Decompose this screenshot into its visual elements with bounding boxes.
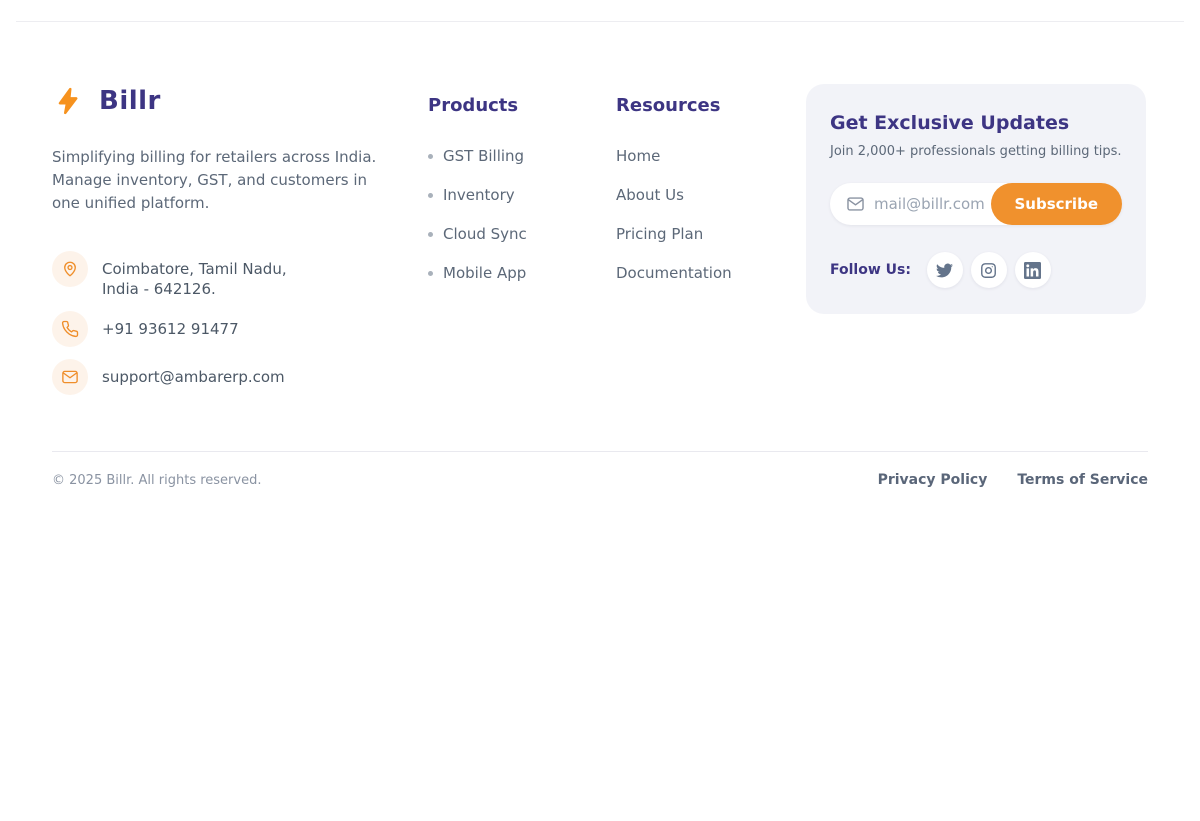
link-label: About Us [616, 186, 684, 204]
contact-phone[interactable]: +91 93612 91477 [52, 311, 428, 347]
resources-list: Home About Us Pricing Plan Documentation [616, 147, 806, 282]
contact-list: Coimbatore, Tamil Nadu, India - 642126. … [52, 251, 428, 395]
brand-column: Billr Simplifying billing for retailers … [52, 84, 428, 395]
link-label: GST Billing [443, 147, 524, 165]
product-link-gst-billing[interactable]: GST Billing [428, 147, 616, 165]
resources-title: Resources [616, 95, 806, 116]
follow-label: Follow Us: [830, 262, 911, 278]
brand-logo[interactable]: Billr [52, 84, 428, 118]
footer: Billr Simplifying billing for retailers … [0, 22, 1200, 395]
twitter-button[interactable] [927, 252, 963, 288]
phone-text: +91 93612 91477 [102, 319, 239, 339]
location-pin-icon [52, 251, 88, 287]
contact-address: Coimbatore, Tamil Nadu, India - 642126. [52, 251, 428, 299]
link-label: Mobile App [443, 264, 526, 282]
email-icon [52, 359, 88, 395]
linkedin-button[interactable] [1015, 252, 1051, 288]
link-label: Documentation [616, 264, 732, 282]
bottom-bar: © 2025 Billr. All rights reserved. Priva… [0, 452, 1200, 508]
bullet-icon [428, 154, 433, 159]
copyright-text: © 2025 Billr. All rights reserved. [52, 473, 261, 488]
lightning-bolt-icon [52, 84, 86, 118]
link-label: Cloud Sync [443, 225, 527, 243]
bullet-icon [428, 193, 433, 198]
newsletter-title: Get Exclusive Updates [830, 112, 1122, 134]
twitter-icon [936, 262, 953, 279]
products-title: Products [428, 95, 616, 116]
linkedin-icon [1024, 262, 1041, 279]
mail-icon [846, 195, 865, 214]
resources-column: Resources Home About Us Pricing Plan Doc… [616, 84, 806, 282]
link-label: Inventory [443, 186, 515, 204]
link-label: Home [616, 147, 660, 165]
resource-link-about-us[interactable]: About Us [616, 186, 806, 204]
phone-icon [52, 311, 88, 347]
brand-name: Billr [99, 86, 161, 116]
follow-row: Follow Us: [830, 252, 1122, 288]
resource-link-documentation[interactable]: Documentation [616, 264, 806, 282]
products-list: GST Billing Inventory Cloud Sync Mobile … [428, 147, 616, 282]
terms-of-service-link[interactable]: Terms of Service [1017, 472, 1148, 488]
email-text: support@ambarerp.com [102, 367, 285, 387]
newsletter-subtitle: Join 2,000+ professionals getting billin… [830, 144, 1122, 159]
brand-description: Simplifying billing for retailers across… [52, 146, 428, 215]
subscribe-button[interactable]: Subscribe [991, 183, 1123, 225]
bottom-links: Privacy Policy Terms of Service [878, 472, 1148, 488]
resource-link-pricing-plan[interactable]: Pricing Plan [616, 225, 806, 243]
product-link-mobile-app[interactable]: Mobile App [428, 264, 616, 282]
address-text: Coimbatore, Tamil Nadu, India - 642126. [102, 251, 287, 299]
privacy-policy-link[interactable]: Privacy Policy [878, 472, 988, 488]
bullet-icon [428, 232, 433, 237]
subscribe-form: Subscribe [830, 183, 1122, 225]
instagram-icon [980, 262, 997, 279]
resource-link-home[interactable]: Home [616, 147, 806, 165]
instagram-button[interactable] [971, 252, 1007, 288]
product-link-inventory[interactable]: Inventory [428, 186, 616, 204]
newsletter-card: Get Exclusive Updates Join 2,000+ profes… [806, 84, 1146, 314]
bullet-icon [428, 271, 433, 276]
link-label: Pricing Plan [616, 225, 703, 243]
contact-email[interactable]: support@ambarerp.com [52, 359, 428, 395]
products-column: Products GST Billing Inventory Cloud Syn… [428, 84, 616, 282]
product-link-cloud-sync[interactable]: Cloud Sync [428, 225, 616, 243]
